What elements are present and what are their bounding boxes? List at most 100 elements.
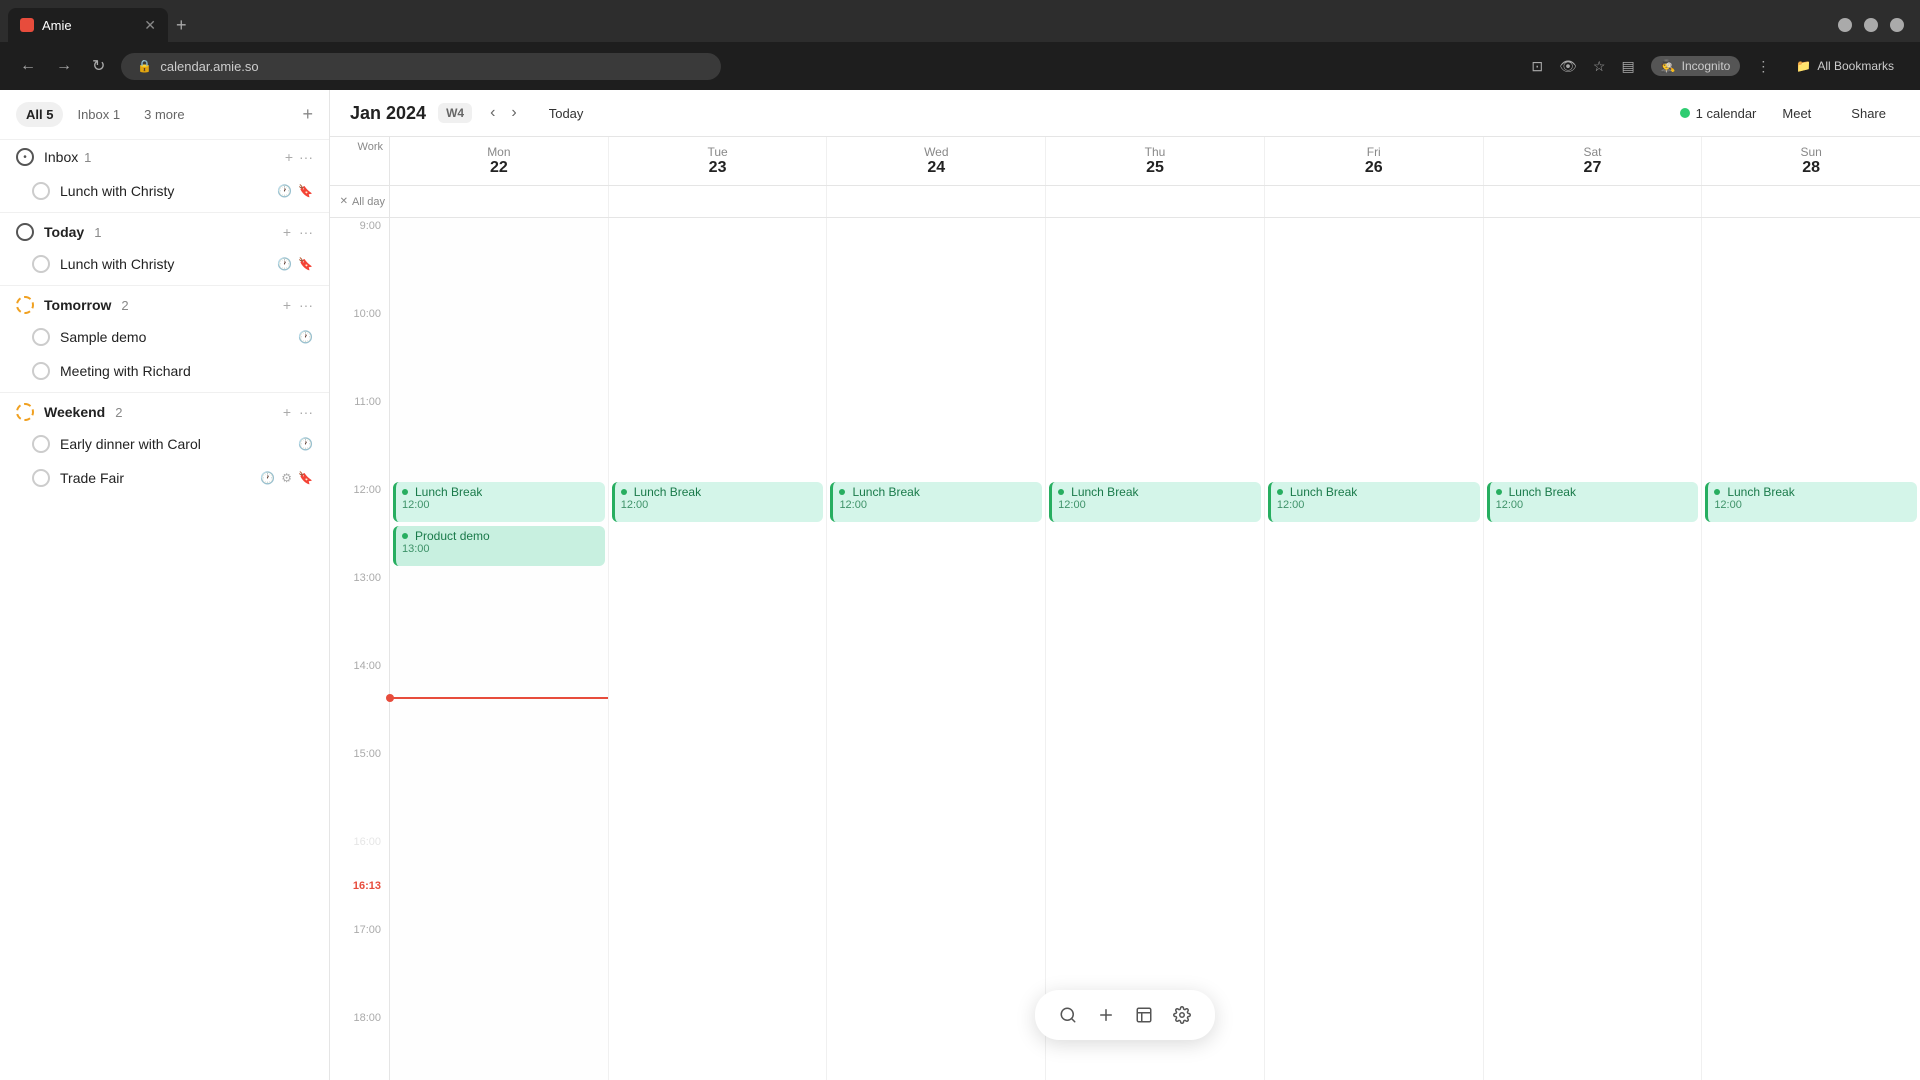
calendar-event[interactable]: Lunch Break 12:00 bbox=[393, 482, 605, 522]
day-col-bg[interactable] bbox=[1046, 218, 1264, 1080]
search-toolbar-button[interactable] bbox=[1051, 998, 1085, 1032]
divider bbox=[0, 285, 329, 286]
list-item[interactable]: Trade Fair 🕐 ⚙ 🔖 bbox=[0, 461, 329, 495]
list-item[interactable]: Meeting with Richard bbox=[0, 354, 329, 388]
section-header-today[interactable]: Today 1 + ··· bbox=[0, 217, 329, 247]
more-inbox-button[interactable]: ··· bbox=[299, 149, 313, 165]
settings-toolbar-button[interactable] bbox=[1165, 998, 1199, 1032]
add-inbox-button[interactable]: + bbox=[285, 149, 293, 165]
more-tomorrow-button[interactable]: ··· bbox=[299, 297, 313, 313]
layout-toolbar-button[interactable] bbox=[1127, 998, 1161, 1032]
close-tab-button[interactable]: ✕ bbox=[144, 17, 156, 34]
section-count: 2 bbox=[115, 405, 122, 420]
item-icons: 🕐 bbox=[298, 437, 313, 451]
day-col-fri: Lunch Break 12:00 bbox=[1265, 218, 1484, 1080]
tab-all[interactable]: All 5 bbox=[16, 102, 63, 127]
list-item[interactable]: Sample demo 🕐 bbox=[0, 320, 329, 354]
close-allday-icon[interactable]: ✕ bbox=[340, 196, 348, 207]
day-col-bg[interactable] bbox=[609, 218, 827, 1080]
forward-button[interactable]: → bbox=[52, 53, 76, 79]
bookmark-icon: 🔖 bbox=[298, 471, 313, 485]
day-col-thu: Lunch Break 12:00 bbox=[1046, 218, 1265, 1080]
calendar-event[interactable]: Product demo 13:00 bbox=[393, 526, 605, 566]
section-header-weekend[interactable]: Weekend 2 + ··· bbox=[0, 397, 329, 427]
list-item[interactable]: • Inbox 1 + ··· bbox=[0, 140, 329, 174]
back-button[interactable]: ← bbox=[16, 53, 40, 79]
calendar-dot bbox=[1680, 108, 1690, 118]
time-label: 18:00 bbox=[353, 1012, 381, 1024]
star-icon[interactable]: ☆ bbox=[1593, 58, 1606, 75]
more-today-button[interactable]: ··· bbox=[299, 224, 313, 240]
item-checkbox[interactable] bbox=[32, 182, 50, 200]
bookmarks-button[interactable]: 📁 All Bookmarks bbox=[1786, 56, 1904, 76]
today-checkbox[interactable] bbox=[16, 223, 34, 241]
day-col-bg[interactable] bbox=[1484, 218, 1702, 1080]
sidebar-icon[interactable]: ▤ bbox=[1621, 58, 1634, 75]
cast-icon[interactable]: ⊡ bbox=[1531, 58, 1543, 75]
day-col-bg[interactable] bbox=[1702, 218, 1920, 1080]
add-toolbar-button[interactable] bbox=[1089, 998, 1123, 1032]
event-title: Lunch Break bbox=[1509, 485, 1576, 499]
calendar-area: Jan 2024 W4 ‹ › Today 1 calendar Meet Sh… bbox=[330, 90, 1920, 1080]
time-slot bbox=[330, 966, 389, 1010]
day-col-bg[interactable] bbox=[827, 218, 1045, 1080]
bookmarks-label: All Bookmarks bbox=[1817, 59, 1894, 73]
item-checkbox[interactable]: • bbox=[16, 148, 34, 166]
calendar-event[interactable]: Lunch Break 12:00 bbox=[830, 482, 1042, 522]
add-item-button[interactable]: + bbox=[302, 104, 313, 125]
current-time-line bbox=[390, 697, 608, 699]
today-button[interactable]: Today bbox=[535, 101, 598, 126]
item-checkbox[interactable] bbox=[32, 469, 50, 487]
calendar-event[interactable]: Lunch Break 12:00 bbox=[1487, 482, 1699, 522]
section-title: Tomorrow bbox=[44, 297, 111, 313]
calendar-event[interactable]: Lunch Break 12:00 bbox=[1705, 482, 1917, 522]
item-checkbox[interactable] bbox=[32, 255, 50, 273]
list-item[interactable]: Lunch with Christy 🕐 🔖 bbox=[0, 247, 329, 281]
add-today-button[interactable]: + bbox=[283, 224, 291, 240]
list-item[interactable]: Early dinner with Carol 🕐 bbox=[0, 427, 329, 461]
tomorrow-checkbox[interactable] bbox=[16, 296, 34, 314]
calendar-event[interactable]: Lunch Break 12:00 bbox=[1049, 482, 1261, 522]
allday-cell-fri bbox=[1265, 186, 1484, 217]
menu-icon[interactable]: ⋮ bbox=[1756, 58, 1770, 75]
list-item[interactable]: Lunch with Christy 🕐 🔖 bbox=[0, 174, 329, 208]
calendar-event[interactable]: Lunch Break 12:00 bbox=[612, 482, 824, 522]
active-tab[interactable]: Amie ✕ bbox=[8, 8, 168, 42]
event-title: Lunch Break bbox=[852, 485, 919, 499]
time-slot: 12:00 bbox=[330, 482, 389, 526]
time-slot: 9:00 bbox=[330, 218, 389, 262]
calendar-header-right: 1 calendar Meet Share bbox=[1680, 101, 1900, 126]
item-checkbox[interactable] bbox=[32, 362, 50, 380]
prev-week-button[interactable]: ‹ bbox=[484, 100, 501, 126]
section-count: 2 bbox=[121, 298, 128, 313]
time-label: 9:00 bbox=[360, 220, 381, 232]
day-name: Sat bbox=[1484, 145, 1702, 159]
weekend-checkbox[interactable] bbox=[16, 403, 34, 421]
day-col-bg[interactable] bbox=[390, 218, 608, 1080]
time-label: 15:00 bbox=[353, 748, 381, 760]
add-weekend-button[interactable]: + bbox=[283, 404, 291, 420]
allday-row: ✕ All day bbox=[330, 186, 1920, 218]
add-tomorrow-button[interactable]: + bbox=[283, 297, 291, 313]
allday-text: All day bbox=[352, 196, 385, 208]
star-icon: ⚙ bbox=[281, 471, 292, 485]
section-header-tomorrow[interactable]: Tomorrow 2 + ··· bbox=[0, 290, 329, 320]
section-title: Weekend bbox=[44, 404, 105, 420]
tab-more[interactable]: 3 more bbox=[134, 102, 194, 127]
tab-inbox[interactable]: Inbox 1 bbox=[67, 102, 130, 127]
item-checkbox[interactable] bbox=[32, 328, 50, 346]
minimize-button[interactable] bbox=[1838, 18, 1852, 32]
meet-button[interactable]: Meet bbox=[1768, 101, 1825, 126]
item-checkbox[interactable] bbox=[32, 435, 50, 453]
next-week-button[interactable]: › bbox=[505, 100, 522, 126]
share-button[interactable]: Share bbox=[1837, 101, 1900, 126]
eye-off-icon[interactable]: 👁 bbox=[1559, 58, 1577, 75]
calendar-event[interactable]: Lunch Break 12:00 bbox=[1268, 482, 1480, 522]
more-weekend-button[interactable]: ··· bbox=[299, 404, 313, 420]
day-col-bg[interactable] bbox=[1265, 218, 1483, 1080]
close-window-button[interactable] bbox=[1890, 18, 1904, 32]
maximize-button[interactable] bbox=[1864, 18, 1878, 32]
reload-button[interactable]: ↻ bbox=[88, 52, 109, 80]
new-tab-button[interactable]: + bbox=[176, 15, 187, 36]
url-bar[interactable]: 🔒 calendar.amie.so bbox=[121, 53, 721, 80]
